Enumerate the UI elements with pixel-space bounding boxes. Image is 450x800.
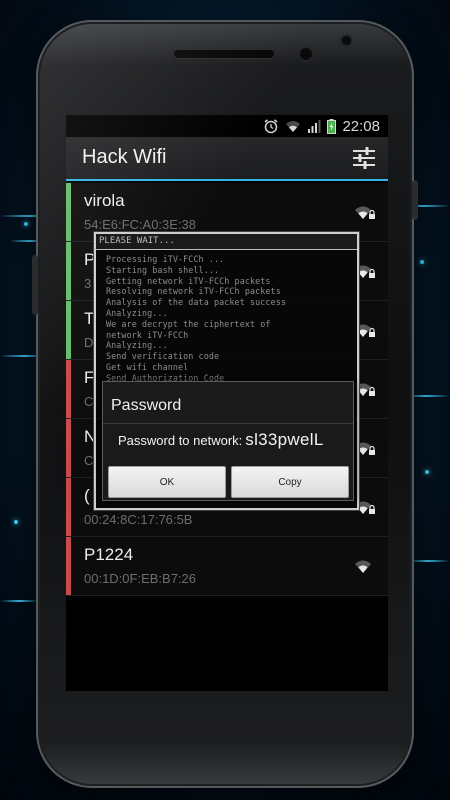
security-status-bar: [66, 183, 71, 241]
security-status-bar: [66, 301, 71, 359]
sliders-icon[interactable]: [352, 146, 376, 170]
dialog-message: Password to network: sl33pwelL: [118, 430, 348, 450]
wifi-icon: [355, 560, 371, 573]
network-mac: 00:24:8C:17:76:5B: [84, 512, 193, 527]
wifi-icon: [286, 121, 301, 132]
wifi-locked-icon: [355, 206, 375, 219]
terminal-line: Analyzing...: [106, 340, 168, 351]
network-mac: C: [84, 394, 94, 409]
terminal-line: Processing iTV-FCCh ...: [106, 254, 225, 264]
terminal-log: Processing iTV-FCCh ... Starting bash she…: [106, 254, 351, 384]
front-camera-icon: [300, 48, 312, 60]
network-name: F: [84, 368, 95, 387]
alarm-icon: [264, 119, 278, 134]
status-time: 22:08: [342, 117, 380, 135]
terminal-line: Analysis of the data packet success: [106, 297, 286, 308]
sensor-icon: [342, 36, 351, 45]
status-bar: 22:08: [66, 115, 388, 137]
action-bar: Hack Wifi: [66, 137, 388, 181]
network-row[interactable]: P1224 00:1D:0F:EB:B7:26: [66, 537, 388, 596]
network-mac: 54:E6:FC:A0:3E:38: [84, 217, 197, 232]
power-button: [412, 180, 418, 220]
security-status-bar: [66, 537, 71, 595]
copy-button[interactable]: Copy: [231, 466, 349, 498]
background-streak: [0, 600, 40, 602]
dialog-divider: [103, 423, 353, 424]
terminal-line: network iTV-FCCh: [106, 329, 189, 340]
terminal-line: Getting network iTV-FCCh packets: [106, 275, 271, 286]
terminal-header: PLEASE WAIT...: [96, 234, 357, 250]
volume-button: [32, 255, 38, 315]
dialog-message-label: Password to network:: [118, 433, 243, 448]
background-dot: [425, 470, 429, 474]
network-mac: 00:1D:0F:EB:B7:26: [84, 571, 197, 586]
signal-icon: [308, 120, 321, 133]
background-dot: [14, 520, 18, 524]
password-dialog: Password Password to network: sl33pwelL O…: [102, 381, 354, 501]
network-mac: C: [84, 453, 94, 468]
password-value[interactable]: sl33pwelL: [245, 430, 323, 449]
earpiece: [174, 50, 274, 58]
terminal-line: Analyzing...: [106, 307, 168, 318]
background-dot: [24, 222, 28, 226]
terminal-line: We are decrypt the ciphertext of: [106, 318, 271, 329]
security-status-bar: [66, 242, 71, 300]
battery-icon: [327, 118, 337, 134]
terminal-line: Send verification code: [106, 351, 220, 362]
dialog-title: Password: [111, 397, 182, 414]
app-title: Hack Wifi: [82, 146, 167, 168]
network-name: virola: [84, 191, 125, 210]
network-name: P1224: [84, 545, 134, 564]
background-dot: [420, 260, 424, 264]
security-status-bar: [66, 419, 71, 477]
security-status-bar: [66, 478, 71, 536]
ok-button[interactable]: OK: [108, 466, 226, 498]
network-mac: 3: [84, 276, 92, 291]
network-name: T: [84, 309, 95, 328]
security-status-bar: [66, 360, 71, 418]
terminal-line: Starting bash shell...: [106, 264, 220, 275]
terminal-line: Resolving network iTV-FCCh packets: [106, 286, 281, 297]
network-mac: D: [84, 335, 94, 350]
network-name: (: [84, 486, 90, 505]
terminal-line: Get wifi channel: [106, 361, 189, 372]
